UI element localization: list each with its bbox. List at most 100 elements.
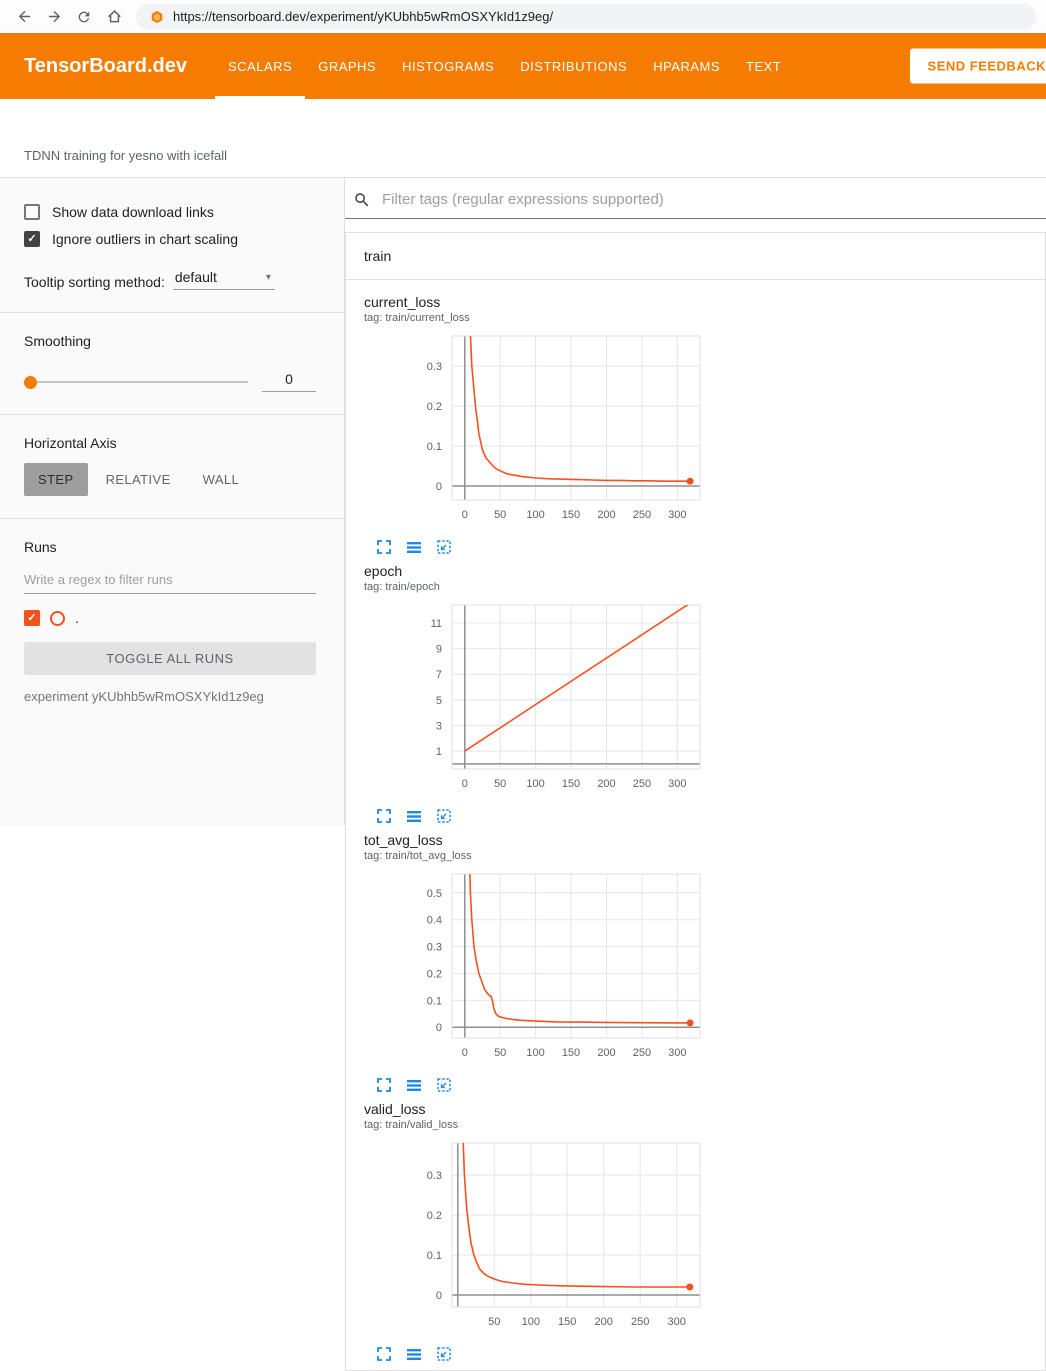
chart-toolbar [364, 1077, 705, 1093]
svg-text:300: 300 [668, 509, 686, 521]
run-checkbox[interactable] [24, 610, 40, 626]
ignore-outliers-row[interactable]: Ignore outliers in chart scaling [24, 231, 316, 247]
horizontal-axis-buttons: STEP RELATIVE WALL [24, 463, 316, 496]
search-icon [353, 191, 371, 209]
svg-text:200: 200 [597, 1047, 615, 1059]
address-bar[interactable]: https://tensorboard.dev/experiment/yKUbh… [136, 4, 1036, 30]
svg-text:5: 5 [436, 695, 442, 707]
svg-text:0.5: 0.5 [427, 888, 442, 900]
chevron-down-icon: ▾ [266, 272, 271, 283]
run-row[interactable]: . [24, 610, 316, 626]
chart-tag: tag: train/tot_avg_loss [364, 850, 705, 862]
run-color-swatch [50, 611, 65, 626]
toggle-all-runs-button[interactable]: TOGGLE ALL RUNS [24, 642, 316, 675]
svg-text:0: 0 [436, 1290, 442, 1302]
smoothing-slider-row: 0 [24, 371, 316, 392]
svg-text:250: 250 [633, 1047, 651, 1059]
smoothing-slider-knob[interactable] [24, 376, 37, 389]
svg-text:0.3: 0.3 [427, 361, 442, 373]
tooltip-sorting-value: default [175, 269, 217, 285]
fit-domain-icon[interactable] [436, 1346, 452, 1362]
send-feedback-button[interactable]: SEND FEEDBACK [910, 49, 1046, 84]
sidebar-divider [0, 414, 344, 415]
experiment-description: TDNN training for yesno with icefall [24, 148, 227, 163]
horizontal-axis-label: Horizontal Axis [24, 435, 316, 451]
svg-text:9: 9 [436, 644, 442, 656]
ignore-outliers-label: Ignore outliers in chart scaling [52, 231, 238, 247]
line-chart[interactable]: 00.10.20.30.40.5050100150200250300 [364, 870, 705, 1075]
fit-domain-icon[interactable] [436, 539, 452, 555]
svg-text:250: 250 [633, 778, 651, 790]
svg-text:250: 250 [631, 1316, 649, 1328]
view-data-icon[interactable] [406, 808, 422, 824]
tab-text[interactable]: TEXT [733, 33, 794, 99]
tab-scalars[interactable]: SCALARS [215, 33, 305, 99]
view-data-icon[interactable] [406, 1077, 422, 1093]
home-icon[interactable] [100, 3, 128, 31]
scalars-main: train current_loss tag: train/current_lo… [345, 178, 1046, 825]
smoothing-value[interactable]: 0 [262, 371, 316, 392]
line-chart[interactable]: 00.10.20.350100150200250300 [364, 1139, 705, 1344]
chart-card-current-loss: current_loss tag: train/current_loss 00.… [364, 294, 705, 555]
svg-text:0.1: 0.1 [427, 441, 442, 453]
tab-histograms[interactable]: HISTOGRAMS [389, 33, 507, 99]
svg-text:0.1: 0.1 [427, 1250, 442, 1262]
tab-hparams[interactable]: HPARAMS [640, 33, 733, 99]
train-section-card: train current_loss tag: train/current_lo… [345, 232, 1046, 1371]
runs-filter-input[interactable] [24, 565, 316, 594]
expand-chart-icon[interactable] [376, 808, 392, 824]
chart-card-epoch: epoch tag: train/epoch 13579110501001502… [364, 563, 705, 824]
expand-chart-icon[interactable] [376, 1077, 392, 1093]
fit-domain-icon[interactable] [436, 808, 452, 824]
chart-toolbar [364, 539, 705, 555]
svg-text:50: 50 [488, 1316, 500, 1328]
svg-text:150: 150 [562, 778, 580, 790]
tensorboard-favicon [150, 10, 164, 24]
svg-text:200: 200 [595, 1316, 613, 1328]
axis-step-button[interactable]: STEP [24, 463, 88, 496]
svg-text:100: 100 [522, 1316, 540, 1328]
axis-relative-button[interactable]: RELATIVE [92, 463, 185, 496]
tooltip-sorting-label: Tooltip sorting method: [24, 274, 165, 290]
settings-sidebar: Show data download links Ignore outliers… [0, 178, 345, 825]
tab-graphs[interactable]: GRAPHS [305, 33, 389, 99]
refresh-icon[interactable] [70, 3, 98, 31]
experiment-subheader: TDNN training for yesno with icefall [0, 99, 1046, 178]
show-download-links-label: Show data download links [52, 204, 214, 220]
smoothing-slider[interactable] [24, 375, 248, 389]
sidebar-divider [0, 312, 344, 313]
expand-chart-icon[interactable] [376, 1346, 392, 1362]
view-data-icon[interactable] [406, 1346, 422, 1362]
train-section-header[interactable]: train [346, 233, 1045, 280]
view-data-icon[interactable] [406, 539, 422, 555]
runs-filter [24, 565, 316, 594]
back-icon[interactable] [10, 3, 38, 31]
line-chart[interactable]: 1357911050100150200250300 [364, 601, 705, 806]
brand-logo[interactable]: TensorBoard.dev [24, 55, 187, 78]
svg-text:100: 100 [526, 778, 544, 790]
filter-tags-input[interactable] [380, 190, 1046, 209]
svg-text:200: 200 [597, 778, 615, 790]
chart-tag: tag: train/valid_loss [364, 1119, 705, 1131]
line-chart[interactable]: 00.10.20.3050100150200250300 [364, 332, 705, 537]
fit-domain-icon[interactable] [436, 1077, 452, 1093]
forward-icon[interactable] [40, 3, 68, 31]
chart-toolbar [364, 1346, 705, 1362]
chart-tag: tag: train/epoch [364, 581, 705, 593]
show-download-links-checkbox[interactable] [24, 204, 40, 220]
svg-text:0.1: 0.1 [427, 995, 442, 1007]
ignore-outliers-checkbox[interactable] [24, 231, 40, 247]
runs-label: Runs [24, 539, 316, 555]
axis-wall-button[interactable]: WALL [189, 463, 254, 496]
expand-chart-icon[interactable] [376, 539, 392, 555]
svg-text:0: 0 [462, 778, 468, 790]
svg-text:150: 150 [558, 1316, 576, 1328]
chart-card-tot-avg-loss: tot_avg_loss tag: train/tot_avg_loss 00.… [364, 832, 705, 1093]
tab-distributions[interactable]: DISTRIBUTIONS [507, 33, 640, 99]
show-download-links-row[interactable]: Show data download links [24, 204, 316, 220]
svg-text:0: 0 [436, 1022, 442, 1034]
browser-chrome: https://tensorboard.dev/experiment/yKUbh… [0, 0, 1046, 33]
chart-title: current_loss [364, 294, 705, 310]
svg-text:50: 50 [494, 509, 506, 521]
tooltip-sorting-dropdown[interactable]: default ▾ [173, 269, 275, 290]
